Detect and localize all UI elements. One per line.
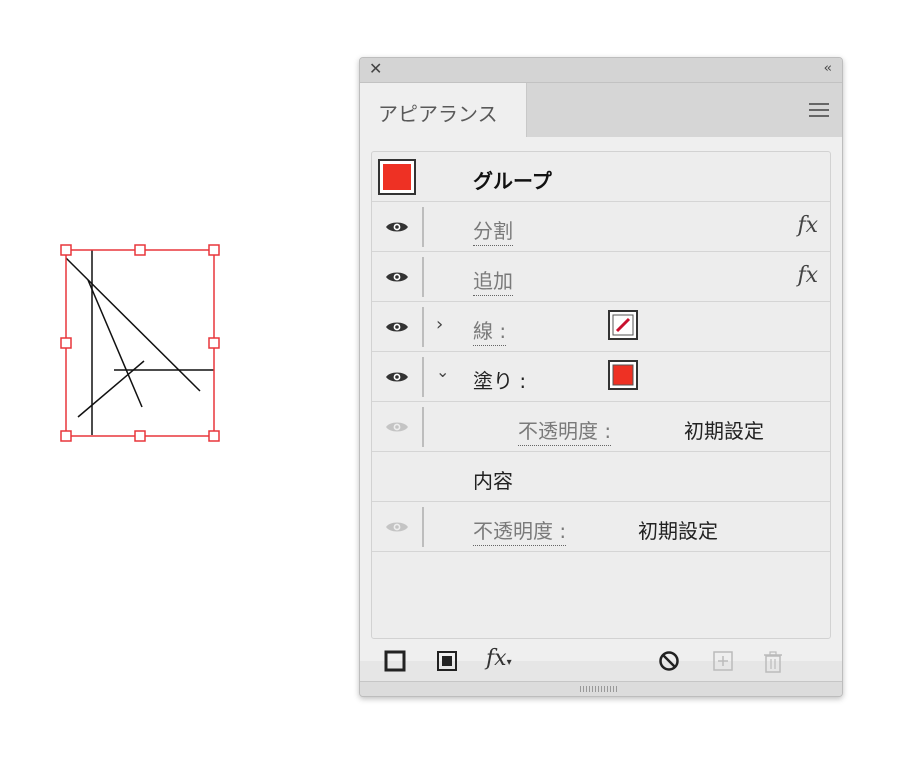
add-new-fill-icon[interactable] (436, 650, 458, 672)
fill-label[interactable]: 塗り : (473, 365, 526, 394)
effect-divide-link[interactable]: 分割 (473, 215, 513, 246)
row-divider (422, 257, 424, 297)
opacity-value: 初期設定 (638, 519, 718, 543)
artboard[interactable]: ✕ ‹‹ アピアランス グループ 分割 fx 追加 fx › 線: ⌄ 塗り … (0, 0, 900, 760)
panel-tabbar: アピアランス (360, 83, 842, 137)
row-group[interactable]: グループ (372, 152, 830, 202)
tab-appearance[interactable]: アピアランス (360, 83, 527, 137)
row-stroke[interactable]: › 線 : (372, 302, 830, 352)
group-label: グループ (473, 169, 552, 193)
chevron-right-icon[interactable]: › (436, 314, 443, 335)
group-thumbnail (378, 159, 416, 195)
contents-label: 内容 (473, 469, 513, 493)
appearance-list: グループ 分割 fx 追加 fx › 線: ⌄ 塗り: 不透明度: 初期設… (371, 151, 831, 639)
row-divider (422, 507, 424, 547)
clear-appearance-icon[interactable] (658, 650, 680, 672)
panel-footer-toolbar: fx▾ (360, 642, 842, 678)
stroke-color-icon (612, 314, 634, 336)
appearance-panel: ✕ ‹‹ アピアランス グループ 分割 fx 追加 fx › 線: ⌄ 塗り … (359, 57, 843, 697)
fx-icon[interactable]: fx (797, 263, 818, 288)
row-opacity[interactable]: 不透明度 : 初期設定 (372, 502, 830, 552)
opacity-link[interactable]: 不透明度 : (473, 515, 567, 546)
row-divider (422, 307, 424, 347)
row-divider (422, 407, 424, 447)
delete-item-icon[interactable] (762, 650, 784, 674)
handle-middle-left[interactable] (60, 337, 72, 349)
handle-bottom-left[interactable] (60, 430, 72, 442)
grip-lines (580, 686, 618, 692)
fill-opacity-value: 初期設定 (684, 419, 764, 443)
resize-grip[interactable] (360, 681, 842, 696)
collapse-icon[interactable]: ‹‹ (824, 61, 833, 76)
panel-body: グループ 分割 fx 追加 fx › 線: ⌄ 塗り: 不透明度: 初期設… (360, 137, 842, 661)
row-divider (422, 207, 424, 247)
eye-icon-disabled[interactable] (385, 520, 409, 534)
chevron-down-icon[interactable]: ⌄ (436, 362, 449, 381)
row-divider (422, 357, 424, 397)
fill-swatch[interactable] (608, 360, 638, 390)
tab-title: アピアランス (378, 102, 498, 126)
row-effect-add[interactable]: 追加 fx (372, 252, 830, 302)
fx-label: fx (486, 646, 507, 671)
handle-bottom-center[interactable] (134, 430, 146, 442)
artwork-lines (65, 250, 214, 435)
row-fill-opacity[interactable]: 不透明度 : 初期設定 (372, 402, 830, 452)
add-new-stroke-icon[interactable] (384, 650, 406, 672)
eye-icon[interactable] (385, 320, 409, 334)
stroke-swatch[interactable] (608, 310, 638, 340)
row-contents[interactable]: 内容 (372, 452, 830, 502)
eye-icon[interactable] (385, 370, 409, 384)
selected-artwork[interactable] (50, 235, 230, 445)
handle-top-right[interactable] (208, 244, 220, 256)
effect-add-link[interactable]: 追加 (473, 265, 513, 296)
row-effect-divide[interactable]: 分割 fx (372, 202, 830, 252)
fill-opacity-link[interactable]: 不透明度 : (518, 415, 612, 446)
handle-middle-right[interactable] (208, 337, 220, 349)
duplicate-item-icon[interactable] (712, 650, 734, 672)
panel-titlebar[interactable]: ✕ ‹‹ (360, 58, 842, 83)
handle-top-left[interactable] (60, 244, 72, 256)
close-icon[interactable]: ✕ (369, 61, 382, 77)
row-fill[interactable]: ⌄ 塗り : (372, 352, 830, 402)
red-fill-swatch (383, 164, 411, 190)
fill-color-icon (612, 364, 634, 386)
eye-icon-disabled[interactable] (385, 420, 409, 434)
eye-icon[interactable] (385, 270, 409, 284)
add-new-effect-icon[interactable]: fx▾ (486, 646, 512, 671)
handle-bottom-right[interactable] (208, 430, 220, 442)
hamburger-menu-icon[interactable] (809, 103, 829, 117)
stroke-label[interactable]: 線 : (473, 315, 507, 346)
fx-icon[interactable]: fx (797, 213, 818, 238)
eye-icon[interactable] (385, 220, 409, 234)
handle-top-center[interactable] (134, 244, 146, 256)
